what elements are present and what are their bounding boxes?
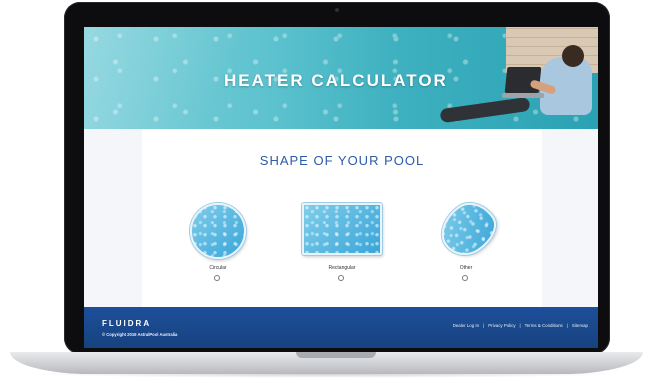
rectangular-pool-icon[interactable]	[302, 203, 382, 255]
laptop-screen: HEATER CALCULATOR SHAPE OF YOUR POOL Cir…	[84, 27, 598, 348]
copyright-text: © Copyright 2019 AstralPool Australia	[102, 332, 178, 337]
site-footer: FLUIDRA © Copyright 2019 AstralPool Aust…	[84, 307, 598, 348]
section-heading: SHAPE OF YOUR POOL	[259, 153, 425, 168]
hero-laptop-base	[502, 93, 544, 98]
footer-separator: |	[519, 323, 521, 328]
footer-link-sitemap[interactable]: Sitemap	[572, 323, 588, 328]
footer-link-privacy[interactable]: Privacy Policy	[488, 323, 515, 328]
circular-pool-icon[interactable]	[190, 203, 246, 259]
brand-logo[interactable]: FLUIDRA	[102, 319, 151, 328]
footer-link-terms[interactable]: Terms & Conditions	[525, 323, 563, 328]
person-head	[562, 45, 584, 67]
option-rectangular-label: Rectangular	[328, 265, 356, 271]
footer-separator: |	[483, 323, 485, 328]
footer-link-dealer-login[interactable]: Dealer Log In	[453, 323, 479, 328]
hero-banner: HEATER CALCULATOR	[84, 27, 598, 129]
option-circular-label: Circular	[209, 265, 227, 271]
camera-dot	[335, 8, 339, 12]
radio-other[interactable]	[462, 275, 468, 281]
footer-separator: |	[566, 323, 568, 328]
main-content: SHAPE OF YOUR POOL Circular Rectangular …	[84, 129, 598, 307]
radio-circular[interactable]	[214, 275, 220, 281]
page-title: HEATER CALCULATOR	[224, 71, 448, 90]
option-other-label: Other	[459, 265, 473, 271]
kidney-pool-icon[interactable]	[431, 193, 505, 265]
pool-shape-panel: SHAPE OF YOUR POOL Circular Rectangular …	[142, 129, 542, 307]
laptop-base	[10, 352, 643, 374]
radio-rectangular[interactable]	[338, 275, 344, 281]
laptop-base-notch	[296, 352, 376, 358]
footer-links: Dealer Log In | Privacy Policy | Terms & Con…	[453, 323, 588, 328]
